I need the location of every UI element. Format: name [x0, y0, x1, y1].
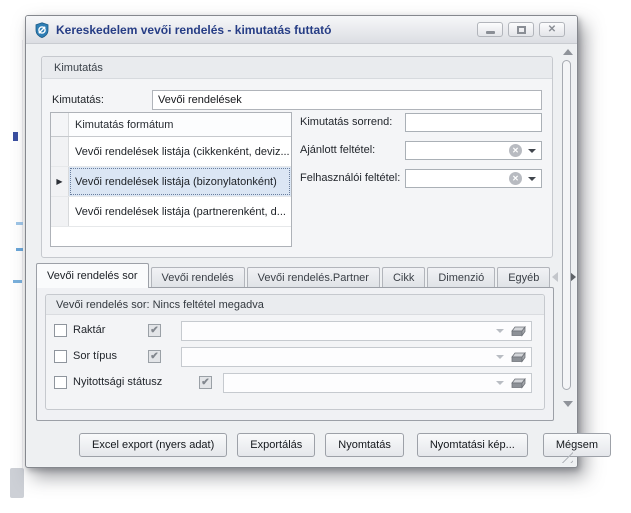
- report-groupbox: Kimutatás Kimutatás: Kimutatás formátum …: [41, 56, 553, 258]
- chevron-down-icon[interactable]: [528, 177, 536, 181]
- close-icon: ✕: [548, 25, 556, 35]
- nyitottsagi-statusz-value-combo: [223, 373, 532, 393]
- filter-row-nyitottsagi-statusz: Nyitottsági státusz ✔: [46, 373, 544, 393]
- nyitottsagi-statusz-label: Nyitottsági státusz: [73, 376, 162, 388]
- condition-groupbox: Vevői rendelés sor: Nincs feltétel megad…: [45, 294, 545, 410]
- tab-vevoi-rendeles[interactable]: Vevői rendelés: [151, 267, 245, 288]
- scrollbar-thumb[interactable]: [562, 60, 571, 390]
- maximize-button[interactable]: [508, 22, 534, 37]
- report-format-grid: Kimutatás formátum Vevői rendelések list…: [50, 112, 292, 247]
- raktar-value-combo: [181, 321, 532, 341]
- minimize-icon: [486, 31, 495, 34]
- background-fragment: [13, 132, 18, 141]
- background-fragment: [16, 222, 23, 225]
- raktar-label: Raktár: [73, 324, 105, 336]
- eraser-icon[interactable]: [511, 378, 526, 389]
- background-fragment: [13, 280, 22, 283]
- sor-tipus-include-checkbox: ✔: [148, 350, 161, 363]
- grid-row-label: Vevői rendelések listája (cikkenként, de…: [69, 137, 291, 166]
- scroll-down-icon[interactable]: [563, 401, 573, 407]
- suggested-filter-combo[interactable]: ✕: [405, 141, 542, 160]
- report-options: Kimutatás sorrend: Ajánlott feltétel: ✕ …: [300, 113, 542, 197]
- report-runner-dialog: Kereskedelem vevői rendelés - kimutatás …: [25, 15, 578, 468]
- maximize-icon: [517, 26, 526, 34]
- vertical-scrollbar[interactable]: [561, 47, 574, 407]
- close-button[interactable]: ✕: [539, 22, 565, 37]
- footer-buttons: Excel export (nyers adat) Exportálás Nyo…: [79, 433, 611, 457]
- raktar-include-checkbox: ✔: [148, 324, 161, 337]
- tab-cikk[interactable]: Cikk: [382, 267, 425, 288]
- tab-egyeb[interactable]: Egyéb: [497, 267, 550, 288]
- eraser-icon[interactable]: [511, 352, 526, 363]
- titlebar[interactable]: Kereskedelem vevői rendelés - kimutatás …: [26, 16, 577, 44]
- grid-row-label: Vevői rendelések listája (bizonylatonkén…: [69, 167, 291, 196]
- row-indicator-cell: [51, 197, 69, 226]
- row-indicator-cell: [51, 137, 69, 166]
- window-title: Kereskedelem vevői rendelés - kimutatás …: [56, 23, 477, 37]
- check-icon: ✔: [201, 378, 209, 388]
- cancel-button[interactable]: Mégsem: [543, 433, 611, 457]
- grid-header-row: Kimutatás formátum: [51, 113, 291, 137]
- background-fragment: [16, 248, 23, 251]
- clear-icon[interactable]: ✕: [509, 172, 522, 185]
- order-label: Kimutatás sorrend:: [300, 116, 392, 128]
- check-icon: ✔: [150, 352, 158, 362]
- clear-icon[interactable]: ✕: [509, 144, 522, 157]
- tab-vevoi-rendeles-sor[interactable]: Vevői rendelés sor: [36, 263, 149, 288]
- user-filter-combo[interactable]: ✕: [405, 169, 542, 188]
- sor-tipus-value-combo: [181, 347, 532, 367]
- grid-row-label: Vevői rendelések listája (partnerenként,…: [69, 197, 291, 226]
- raktar-checkbox[interactable]: [54, 324, 67, 337]
- background-window-edge: [22, 40, 23, 470]
- tab-dimenzio[interactable]: Dimenzió: [427, 267, 495, 288]
- sor-tipus-checkbox[interactable]: [54, 350, 67, 363]
- suggested-filter-label: Ajánlott feltétel:: [300, 144, 375, 156]
- print-button[interactable]: Nyomtatás: [325, 433, 404, 457]
- excel-export-button[interactable]: Excel export (nyers adat): [79, 433, 227, 457]
- row-indicator-cell: ▶: [51, 167, 69, 196]
- eraser-icon[interactable]: [511, 326, 526, 337]
- sor-tipus-label: Sor típus: [73, 350, 117, 362]
- minimize-button[interactable]: [477, 22, 503, 37]
- nyitottsagi-statusz-checkbox[interactable]: [54, 376, 67, 389]
- filter-row-sor-tipus: Sor típus ✔: [46, 347, 544, 367]
- print-preview-button[interactable]: Nyomtatási kép...: [417, 433, 528, 457]
- tab-vevoi-rendeles-partner[interactable]: Vevői rendelés.Partner: [247, 267, 380, 288]
- chevron-down-icon: [496, 381, 504, 385]
- report-name-input[interactable]: [152, 90, 542, 110]
- check-icon: ✔: [150, 326, 158, 336]
- tab-scroll-left-icon[interactable]: [552, 272, 558, 282]
- condition-group-caption: Vevői rendelés sor: Nincs feltétel megad…: [46, 295, 544, 315]
- background-fragment: [10, 468, 24, 498]
- scroll-up-icon[interactable]: [563, 49, 573, 55]
- chevron-down-icon: [496, 355, 504, 359]
- user-filter-label: Felhasználói feltétel:: [300, 172, 400, 184]
- nyitottsagi-statusz-include-checkbox: ✔: [199, 376, 212, 389]
- order-input[interactable]: [405, 113, 542, 132]
- dialog-content: Kimutatás Kimutatás: Kimutatás formátum …: [26, 44, 577, 467]
- grid-column-header[interactable]: Kimutatás formátum: [69, 113, 291, 136]
- chevron-down-icon: [496, 329, 504, 333]
- grid-indicator-header: [51, 113, 69, 136]
- report-name-label: Kimutatás:: [52, 94, 104, 106]
- report-group-caption: Kimutatás: [42, 57, 552, 79]
- app-shield-icon: [34, 22, 50, 38]
- export-button[interactable]: Exportálás: [237, 433, 315, 457]
- current-row-arrow-icon: ▶: [56, 178, 62, 186]
- grid-row[interactable]: Vevői rendelések listája (cikkenként, de…: [51, 137, 291, 167]
- chevron-down-icon[interactable]: [528, 149, 536, 153]
- grid-row-selected[interactable]: ▶ Vevői rendelések listája (bizonylatonk…: [51, 167, 291, 197]
- grid-row[interactable]: Vevői rendelések listája (partnerenként,…: [51, 197, 291, 227]
- filter-tabstrip: Vevői rendelés sor Vevői rendelés Vevői …: [36, 263, 567, 288]
- tab-page-vevoi-rendeles-sor: Vevői rendelés sor: Nincs feltétel megad…: [36, 287, 554, 421]
- filter-row-raktar: Raktár ✔: [46, 321, 544, 341]
